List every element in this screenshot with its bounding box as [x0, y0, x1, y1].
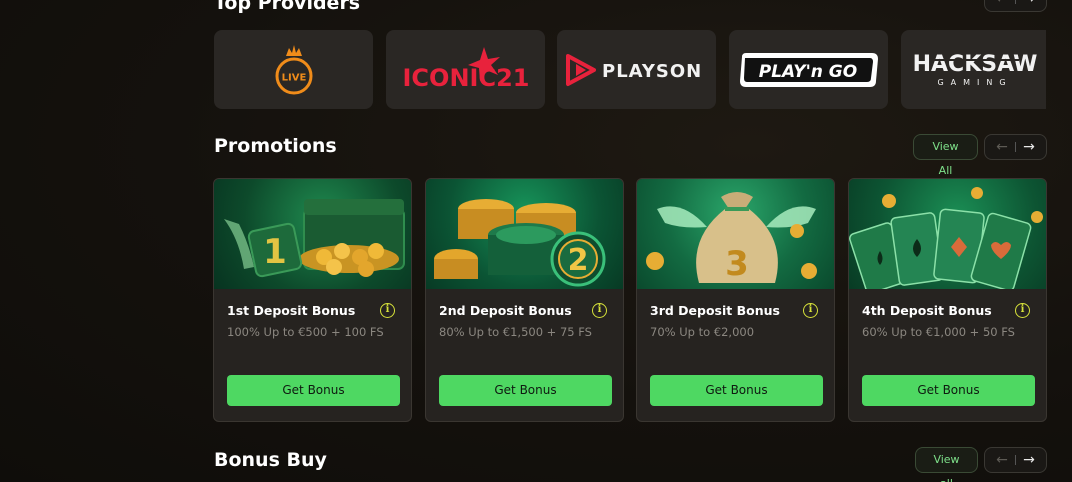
- info-icon[interactable]: i: [803, 303, 818, 318]
- provider-tile-live[interactable]: LIVE: [214, 30, 373, 109]
- money-bag-art-icon: 3: [637, 179, 834, 289]
- get-bonus-button[interactable]: Get Bonus: [439, 375, 612, 406]
- hacksaw-logo-icon: HACKSAW GAMING: [912, 52, 1037, 87]
- top-providers-nav: ← →: [984, 0, 1047, 12]
- crown-live-logo-icon: LIVE: [275, 44, 312, 94]
- get-bonus-button[interactable]: Get Bonus: [227, 375, 400, 406]
- promotions-nav: ← →: [984, 134, 1047, 160]
- section-title-top-providers: Top Providers: [214, 0, 361, 14]
- promo-card-description: 80% Up to €1,500 + 75 FS: [439, 325, 592, 339]
- playngo-logo-icon: PLAY'n GO: [739, 52, 878, 87]
- promo-card-description: 60% Up to €1,000 + 50 FS: [862, 325, 1015, 339]
- provider-tile-playngo[interactable]: PLAY'n GO: [729, 30, 888, 109]
- coin-chest-art-icon: 1: [214, 179, 411, 289]
- promo-card: 1 1st Deposit Bonus i 100% Up to €500 + …: [213, 178, 412, 422]
- info-icon[interactable]: i: [380, 303, 395, 318]
- info-icon[interactable]: i: [1015, 303, 1030, 318]
- promo-card: 4th Deposit Bonus i 60% Up to €1,000 + 5…: [848, 178, 1047, 422]
- next-arrow-icon[interactable]: →: [1016, 135, 1042, 159]
- provider-name: ICONIC21: [402, 64, 529, 92]
- provider-tile-playson[interactable]: PLAYSON: [557, 30, 716, 109]
- promo-card-title: 3rd Deposit Bonus: [650, 303, 780, 318]
- prev-arrow-icon[interactable]: ←: [989, 448, 1015, 472]
- bonus-buy-view-all-button[interactable]: View all: [915, 447, 978, 482]
- promotions-view-all-button[interactable]: View All: [913, 134, 978, 177]
- card-number: 2: [568, 243, 589, 278]
- get-bonus-button[interactable]: Get Bonus: [862, 375, 1035, 406]
- next-arrow-icon[interactable]: →: [1016, 448, 1042, 472]
- provider-name: LIVE: [281, 72, 306, 83]
- section-title-bonus-buy: Bonus Buy: [214, 449, 327, 471]
- promo-card-description: 70% Up to €2,000: [650, 325, 755, 339]
- provider-name: PLAY'n GO: [758, 62, 856, 82]
- chip-stack-art-icon: 2: [426, 179, 623, 289]
- promo-card-title: 1st Deposit Bonus: [227, 303, 356, 318]
- get-bonus-button[interactable]: Get Bonus: [650, 375, 823, 406]
- prev-arrow-icon[interactable]: ←: [989, 135, 1015, 159]
- promo-card: 3 3rd Deposit Bonus i 70% Up to €2,000 G…: [636, 178, 835, 422]
- playson-logo-icon: PLAYSON: [565, 53, 702, 86]
- promo-card: 2 2nd Deposit Bonus i 80% Up to €1,500 +…: [425, 178, 624, 422]
- info-icon[interactable]: i: [592, 303, 607, 318]
- provider-name: HACKSAW: [912, 52, 1037, 77]
- promo-card-title: 2nd Deposit Bonus: [439, 303, 572, 318]
- provider-tile-iconic21[interactable]: ICONIC21: [386, 30, 545, 109]
- card-number: 1: [263, 232, 287, 272]
- next-arrow-icon[interactable]: →: [1016, 0, 1042, 11]
- provider-name: PLAYSON: [602, 61, 702, 82]
- prev-arrow-icon[interactable]: ←: [989, 0, 1015, 11]
- provider-subname: GAMING: [937, 78, 1012, 87]
- section-title-promotions: Promotions: [214, 135, 337, 157]
- promo-card-title: 4th Deposit Bonus: [862, 303, 992, 318]
- provider-tile-hacksaw[interactable]: HACKSAW GAMING: [901, 30, 1046, 109]
- iconic21-logo-icon: ICONIC21: [402, 46, 529, 92]
- playing-cards-art-icon: [849, 179, 1046, 289]
- promo-card-description: 100% Up to €500 + 100 FS: [227, 325, 384, 339]
- bonus-buy-nav: ← →: [984, 447, 1047, 473]
- card-number: 3: [725, 244, 749, 284]
